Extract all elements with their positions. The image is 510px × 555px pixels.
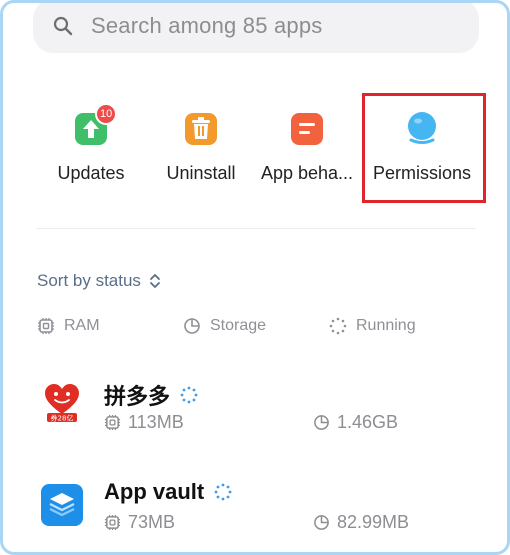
running-icon [180, 386, 198, 404]
running-icon [329, 317, 347, 335]
app-vault-app-icon [41, 484, 83, 526]
chevron-up-down-icon [150, 274, 160, 288]
updates-badge: 10 [95, 103, 118, 125]
uninstall-button[interactable]: Uninstall [141, 99, 261, 199]
updates-button[interactable]: 10 Updates [31, 99, 151, 199]
filter-storage-label: Storage [210, 317, 267, 334]
filter-ram-label: RAM [64, 317, 100, 334]
app-ram-value: 73MB [128, 512, 176, 532]
app-storage: 82.99MB [313, 512, 409, 533]
app-behavior-button[interactable]: App beha... [247, 99, 367, 199]
app-storage-value: 82.99MB [337, 512, 410, 532]
app-behavior-label: App beha... [260, 163, 354, 183]
app-ram: 113MB [104, 412, 184, 433]
ram-icon [104, 414, 121, 431]
filter-row: RAM Storage Running [37, 317, 477, 343]
divider [36, 228, 476, 229]
ram-icon [104, 514, 121, 531]
ram-icon [38, 318, 54, 334]
list-item[interactable]: App vault 73MB 82.99MB [3, 479, 507, 549]
storage-icon [314, 515, 329, 530]
updates-icon: 10 [73, 103, 118, 147]
search-input[interactable]: Search among 85 apps [91, 13, 323, 39]
permissions-highlight-box [362, 93, 486, 203]
app-name: App vault [104, 479, 232, 505]
pinduoduo-app-icon: 券28亿 [41, 381, 83, 423]
app-behavior-icon [289, 111, 325, 147]
app-ram-value: 113MB [128, 412, 184, 432]
filter-running[interactable]: Running [329, 317, 416, 335]
filter-ram[interactable]: RAM [37, 317, 100, 335]
app-name-text: 拼多多 [104, 384, 171, 409]
app-ram: 73MB [104, 512, 175, 533]
app-manager-screen: Search among 85 apps 10 Updates Uninstal… [0, 0, 510, 555]
filter-running-label: Running [356, 317, 416, 334]
search-bar[interactable]: Search among 85 apps [33, 3, 479, 53]
app-storage: 1.46GB [313, 412, 398, 433]
list-item[interactable]: 券28亿 拼多多 113MB 1.46GB [3, 379, 507, 449]
updates-label: Updates [57, 163, 125, 183]
sort-label: Sort by status [37, 271, 141, 290]
app-name-text: App vault [104, 479, 205, 504]
sort-by-status-button[interactable]: Sort by status [37, 271, 161, 291]
running-icon [214, 483, 232, 501]
uninstall-label: Uninstall [166, 163, 236, 183]
app-storage-value: 1.46GB [337, 412, 399, 432]
storage-icon [314, 415, 329, 430]
storage-icon [184, 318, 200, 334]
search-icon [53, 16, 73, 36]
trash-icon [183, 111, 219, 147]
app-name: 拼多多 [104, 379, 198, 411]
pinduoduo-icon-text: 券28亿 [51, 414, 74, 423]
filter-storage[interactable]: Storage [183, 317, 266, 335]
